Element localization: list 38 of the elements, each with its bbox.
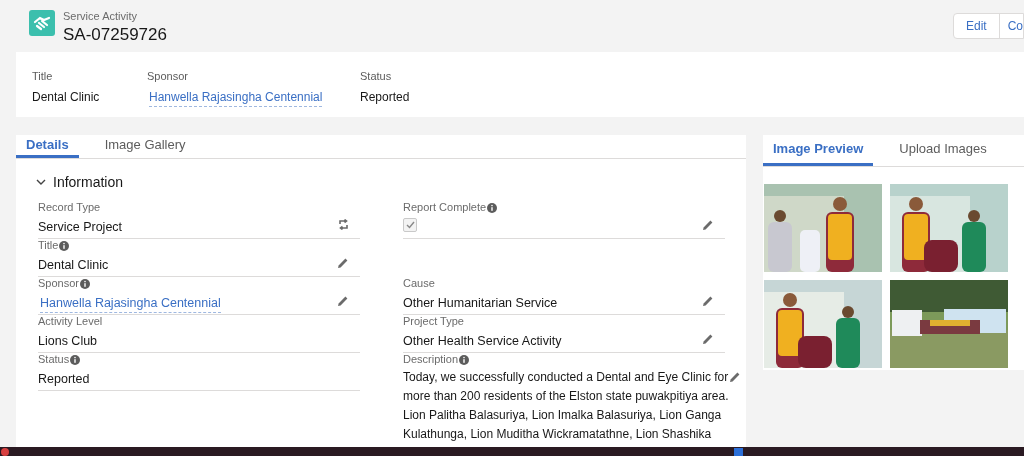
field-label: Report Complete [403, 200, 487, 216]
field-label: Description [403, 352, 459, 368]
app-icon[interactable] [1, 447, 9, 456]
field-label: Activity Level [38, 314, 103, 330]
app-icon[interactable] [734, 447, 743, 456]
highlight-value: Dental Clinic [32, 88, 101, 106]
field-value: Service Project [38, 218, 123, 236]
action-button[interactable]: Co [999, 14, 1023, 38]
field-label: Project Type [403, 314, 464, 330]
tab[interactable]: Upload Images [889, 135, 997, 166]
sponsor-link[interactable]: Hanwella Rajasingha Centennial [40, 293, 221, 314]
highlight-label: Sponsor [147, 69, 189, 84]
sponsor-link[interactable]: Hanwella Rajasingha Centennial [149, 87, 323, 107]
tab[interactable]: Details [16, 135, 79, 158]
field-label: Status [38, 352, 70, 368]
description-text: Today, we successfully conducted a Dental and Eye Clinic for more than 200 residents of the Elston state puwakpitiya area. Lion Palitha Balasuriya, Lion Imalka Balasuriya, Lion Ganga Kulathunga, Lion Muditha Wickramatathne, Lion Shashika [403, 368, 729, 443]
handshake-icon [29, 10, 55, 36]
highlight-value: Reported [360, 88, 411, 106]
tab[interactable]: Image Gallery [94, 135, 196, 158]
object-type: Service Activity [63, 9, 138, 24]
edit-button[interactable]: Edit [953, 14, 1000, 38]
section-title: Information [53, 172, 124, 192]
field-value: Other Health Service Activity [403, 332, 562, 350]
field-value: Other Humanitarian Service [403, 294, 558, 312]
field-label: Title [38, 238, 59, 254]
field-value: Dental Clinic [38, 256, 109, 274]
field-label: Record Type [38, 200, 101, 216]
record-name: SA-07259726 [63, 24, 167, 45]
field-value: Lions Club [38, 332, 98, 350]
highlight-label: Title [32, 69, 54, 84]
field-label: Sponsor [38, 276, 79, 292]
checkbox[interactable] [403, 217, 417, 232]
chevron-icon[interactable] [36, 177, 46, 187]
field-label: Cause [403, 276, 435, 292]
swap-icon[interactable] [336, 217, 350, 232]
tab[interactable]: Image Preview [763, 135, 874, 166]
field-value: Reported [38, 370, 90, 388]
highlight-label: Status [360, 69, 393, 84]
